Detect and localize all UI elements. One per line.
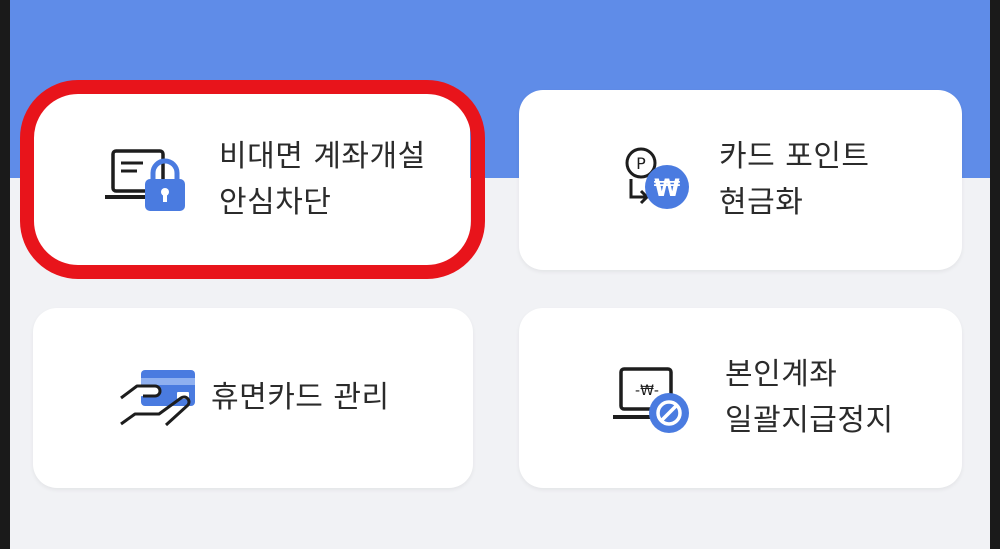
menu-card-label: 휴면카드 관리 bbox=[211, 375, 390, 421]
svg-text:-₩-: -₩- bbox=[635, 383, 659, 399]
label-line-1: 비대면 계좌개설 bbox=[219, 138, 426, 174]
label-line-1: 카드 포인트 bbox=[719, 139, 870, 174]
menu-card-noncontact-account-block[interactable]: 비대면 계좌개설 안심차단 bbox=[33, 92, 470, 267]
frame-edge-left bbox=[0, 0, 10, 549]
laptop-block-icon: -₩- bbox=[613, 367, 689, 433]
hand-card-icon bbox=[120, 370, 195, 427]
menu-card-label: 비대면 계좌개설 안심차단 bbox=[219, 134, 426, 226]
svg-text:₩: ₩ bbox=[654, 174, 681, 202]
label-line-1: 휴면카드 관리 bbox=[211, 380, 390, 415]
menu-card-card-point-cash[interactable]: P ₩ 카드 포인트 현금화 bbox=[519, 90, 962, 270]
label-line-1: 본인계좌 bbox=[725, 357, 838, 392]
label-line-2: 안심차단 bbox=[219, 184, 332, 220]
laptop-lock-icon bbox=[105, 148, 185, 211]
menu-card-own-account-payment-stop[interactable]: -₩- 본인계좌 일괄지급정지 bbox=[519, 308, 962, 488]
menu-card-dormant-card-manage[interactable]: 휴면카드 관리 bbox=[33, 308, 473, 488]
frame-edge-right bbox=[990, 0, 1000, 549]
label-line-2: 현금화 bbox=[719, 185, 804, 220]
menu-card-label: 카드 포인트 현금화 bbox=[719, 134, 870, 226]
point-to-won-icon: P ₩ bbox=[625, 147, 689, 209]
label-line-2: 일괄지급정지 bbox=[725, 403, 894, 438]
menu-card-label: 본인계좌 일괄지급정지 bbox=[725, 352, 894, 444]
svg-text:P: P bbox=[636, 154, 646, 173]
